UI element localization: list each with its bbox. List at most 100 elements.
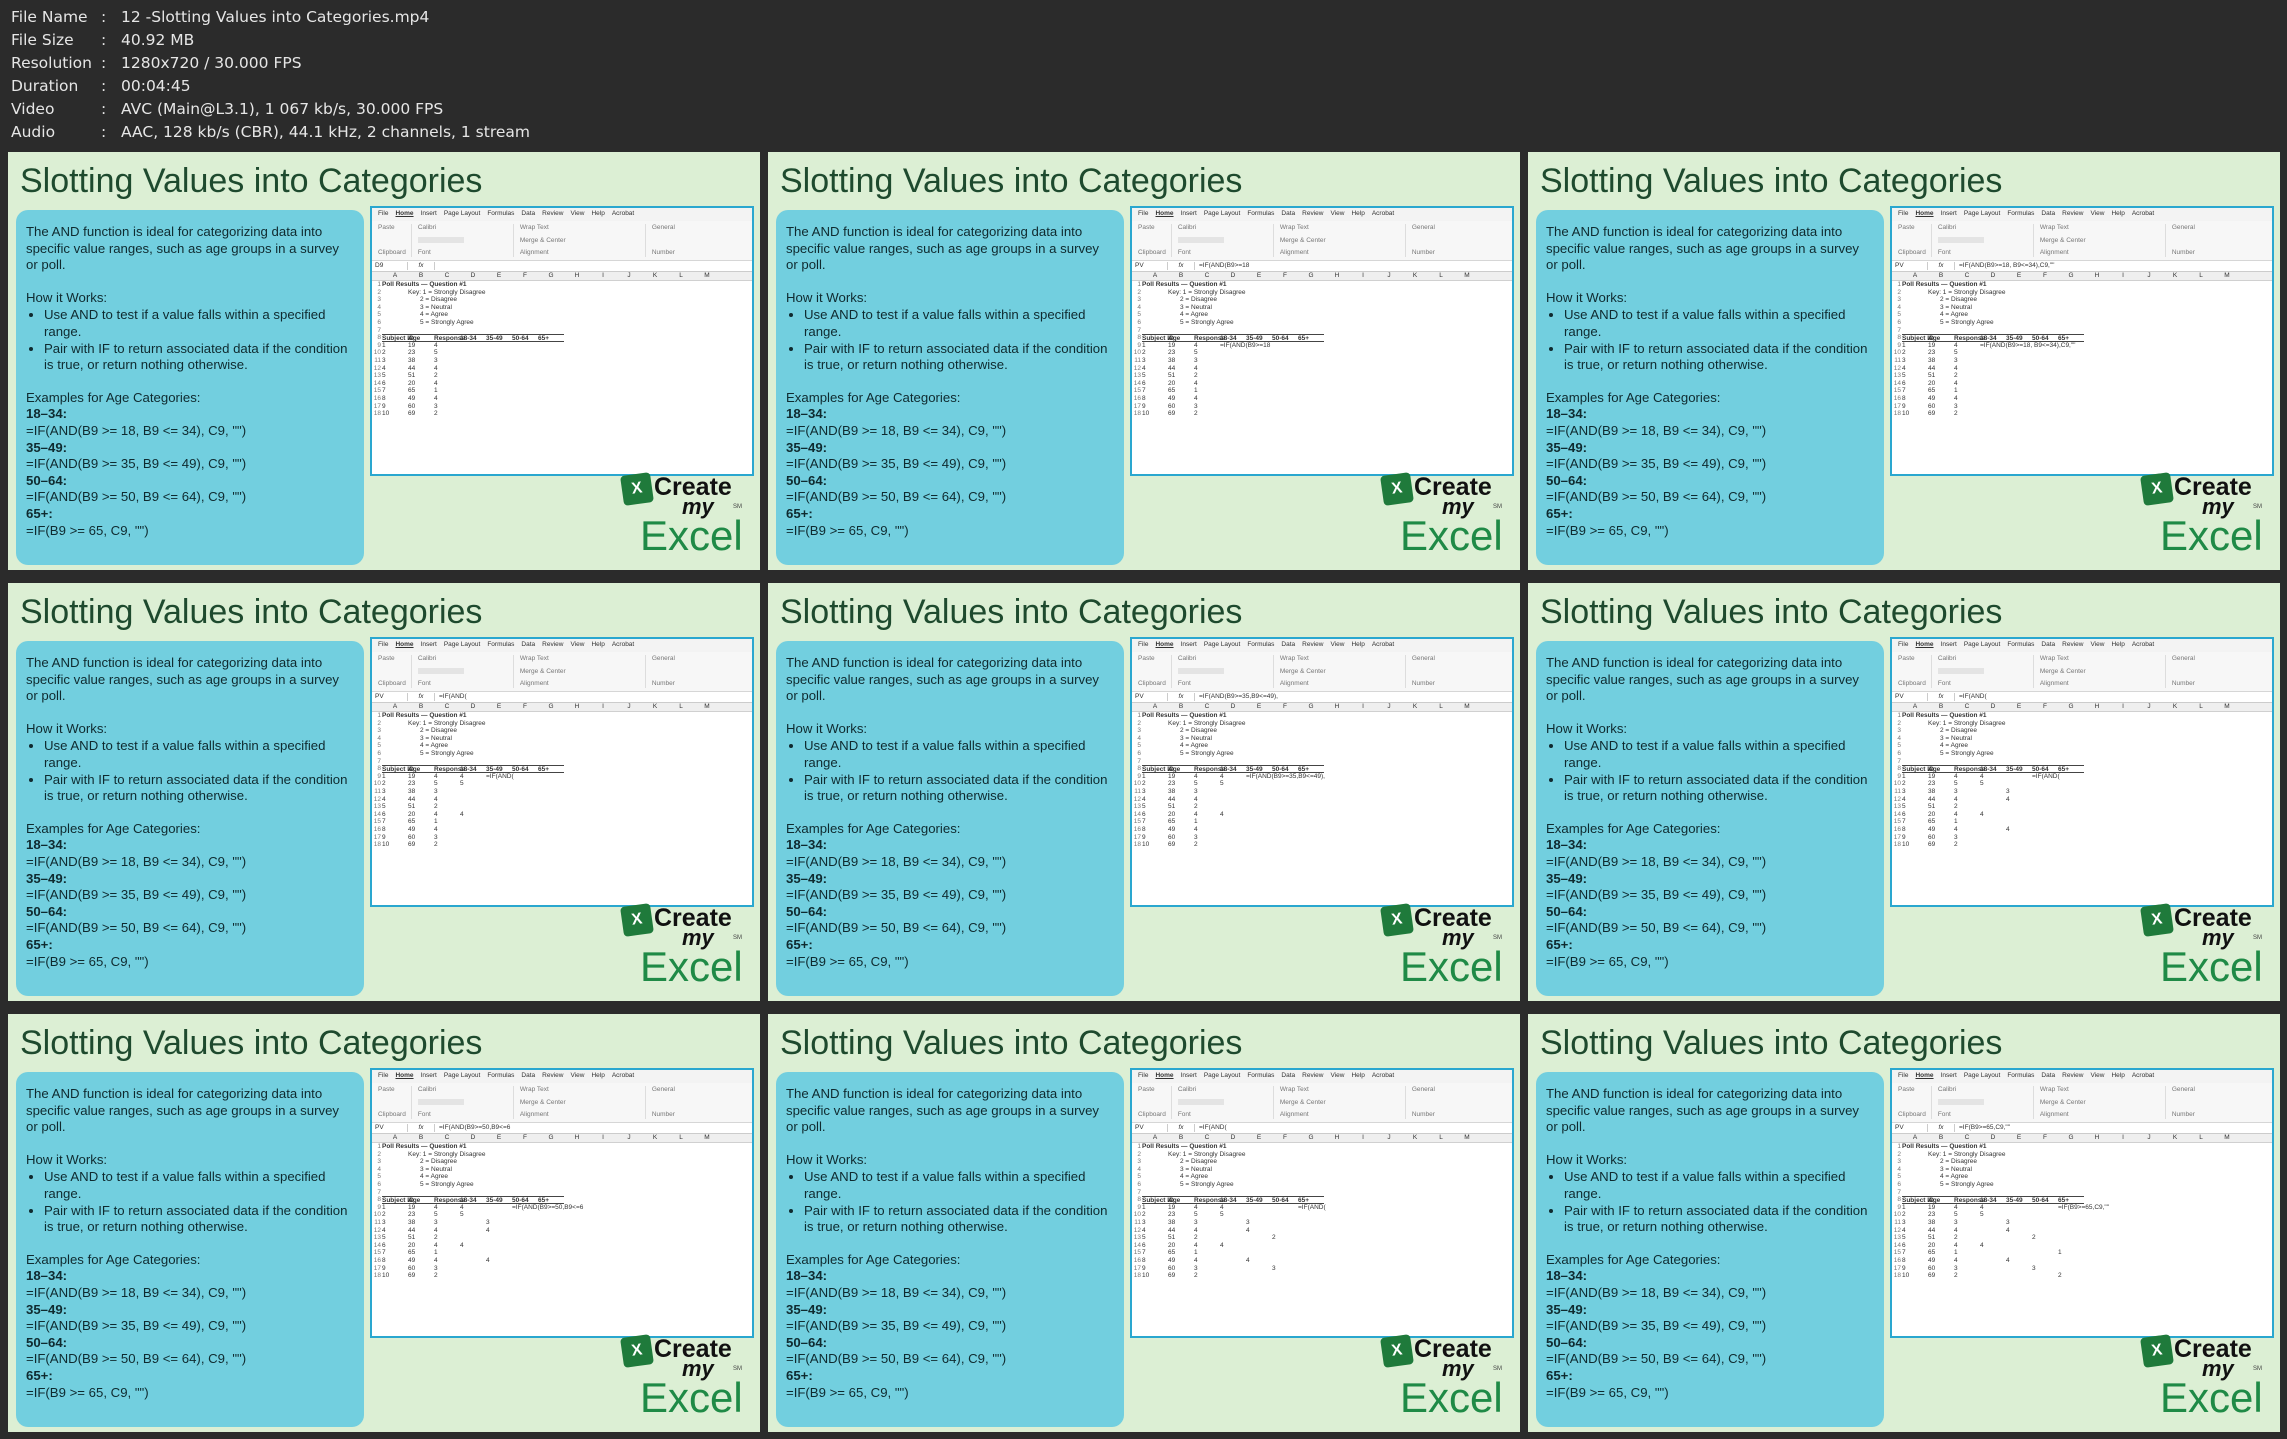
key-cell[interactable]: 3 = Neutral (1928, 735, 2018, 743)
cell[interactable] (460, 1249, 486, 1257)
column-header[interactable]: E (1246, 1134, 1272, 1142)
cell[interactable] (1298, 773, 1324, 781)
cell[interactable]: 50-64 (2032, 334, 2058, 342)
menu-item[interactable]: File (378, 210, 388, 219)
cell[interactable]: 4 (2006, 1257, 2032, 1265)
menu-item[interactable]: Review (1302, 210, 1323, 219)
video-frame-thumbnail[interactable]: Slotting Values into Categories The AND … (1528, 152, 2280, 570)
fx-icon[interactable]: fx (1928, 1124, 1955, 1132)
menu-item[interactable]: Page Layout (1964, 210, 2001, 219)
cell[interactable] (512, 1219, 538, 1227)
menu-item[interactable]: Page Layout (1204, 641, 1241, 650)
cell[interactable]: 50-64 (2032, 765, 2058, 773)
menu-item[interactable]: Formulas (1247, 641, 1274, 650)
font-name-select[interactable]: Calibri (1938, 1086, 2028, 1094)
cell[interactable] (382, 1181, 408, 1189)
key-cell[interactable]: Key: 1 = Strongly Disagree (1168, 720, 1246, 728)
cell[interactable] (1142, 1151, 1168, 1159)
cell[interactable]: 69 (408, 1272, 434, 1280)
column-header[interactable]: H (564, 1134, 590, 1142)
cell[interactable] (1220, 796, 1246, 804)
cell[interactable] (2058, 342, 2084, 350)
menu-item[interactable]: Acrobat (2132, 641, 2154, 650)
cell[interactable] (1298, 1249, 1324, 1257)
cell[interactable] (1980, 803, 2006, 811)
menu-item[interactable]: File (1138, 1072, 1148, 1081)
cell[interactable]: 23 (1168, 1211, 1194, 1219)
column-header[interactable]: A (382, 1134, 408, 1142)
cell[interactable] (1272, 1204, 1298, 1212)
cell[interactable] (1220, 818, 1246, 826)
video-frame-thumbnail[interactable]: Slotting Values into Categories The AND … (1528, 1014, 2280, 1432)
cell[interactable] (538, 342, 564, 350)
cell[interactable]: 7 (1142, 1249, 1168, 1257)
cell[interactable]: Response (1194, 1196, 1225, 1204)
column-header[interactable]: D (1220, 272, 1246, 280)
cell[interactable]: 19 (408, 1204, 434, 1212)
cell[interactable] (1246, 372, 1272, 380)
cell[interactable]: 49 (1168, 395, 1194, 403)
cell[interactable]: 5 (434, 349, 460, 357)
poll-title-cell[interactable]: Poll Results — Question #1 (382, 281, 467, 289)
cell[interactable]: 69 (1928, 410, 1954, 418)
merge-center-button[interactable]: Merge & Center (1280, 237, 1400, 245)
cell[interactable]: 19 (1928, 773, 1954, 781)
menu-item[interactable]: Acrobat (2132, 210, 2154, 219)
menu-item[interactable]: Formulas (2007, 210, 2034, 219)
cell[interactable] (1272, 342, 1298, 350)
cell[interactable]: 3 (1246, 1219, 1272, 1227)
column-header[interactable]: M (1454, 1134, 1480, 1142)
cell[interactable]: 3 (434, 1265, 460, 1273)
cell[interactable]: 18-34 (1220, 334, 1246, 342)
cell[interactable]: 7 (1902, 818, 1928, 826)
cell[interactable]: =IF(B9>=65,C9,"" (2058, 1204, 2109, 1212)
cell[interactable]: 69 (1928, 841, 1954, 849)
cell[interactable]: 4 (1954, 773, 1980, 781)
cell[interactable] (2058, 357, 2084, 365)
cell[interactable]: 8 (382, 826, 408, 834)
cell[interactable]: 38 (1168, 357, 1194, 365)
column-header[interactable]: K (2162, 703, 2188, 711)
cell[interactable]: 5 (1220, 1211, 1246, 1219)
key-cell[interactable]: 2 = Disagree (1928, 727, 2018, 735)
cell[interactable] (512, 1272, 538, 1280)
cell[interactable] (512, 773, 538, 781)
cell[interactable] (1902, 1173, 1928, 1181)
cell[interactable] (2006, 811, 2032, 819)
menu-item[interactable]: File (378, 1072, 388, 1081)
cell[interactable] (1298, 811, 1324, 819)
paste-button[interactable]: Paste (1898, 655, 1926, 663)
cell[interactable]: 4 (1980, 1204, 2006, 1212)
poll-title-cell[interactable]: Poll Results — Question #1 (1902, 1143, 1987, 1151)
wrap-text-button[interactable]: Wrap Text (520, 1086, 640, 1094)
cell[interactable] (2032, 1249, 2058, 1257)
column-header[interactable]: H (2084, 703, 2110, 711)
column-header[interactable]: E (2006, 1134, 2032, 1142)
menu-item[interactable]: Review (542, 210, 563, 219)
cell[interactable] (382, 1166, 408, 1174)
cell[interactable]: 65 (408, 387, 434, 395)
menu-item[interactable]: Help (591, 641, 604, 650)
cell[interactable]: 5 (460, 780, 486, 788)
column-header[interactable]: I (1350, 703, 1376, 711)
cell[interactable]: 20 (1168, 811, 1194, 819)
cell[interactable] (2032, 788, 2058, 796)
cell[interactable]: 65+ (1298, 1196, 1324, 1204)
cell[interactable] (1298, 826, 1324, 834)
cell[interactable]: 2 (1954, 410, 1980, 418)
cell[interactable]: 10 (1142, 841, 1168, 849)
cell[interactable] (1246, 342, 1272, 350)
cell[interactable]: 4 (1954, 1257, 1980, 1265)
cell[interactable] (460, 1234, 486, 1242)
cell[interactable]: 35-49 (2006, 765, 2032, 773)
cell[interactable]: 4 (1194, 826, 1220, 834)
cell[interactable] (1220, 826, 1246, 834)
paste-button[interactable]: Paste (378, 224, 406, 232)
cell[interactable]: 4 (1194, 1227, 1220, 1235)
cell[interactable] (1220, 788, 1246, 796)
cell[interactable]: 2 (1954, 841, 1980, 849)
column-header[interactable]: I (1350, 272, 1376, 280)
cell[interactable]: 8 (1142, 395, 1168, 403)
cell[interactable]: Subject ID (382, 765, 414, 773)
column-header[interactable]: G (2058, 1134, 2084, 1142)
